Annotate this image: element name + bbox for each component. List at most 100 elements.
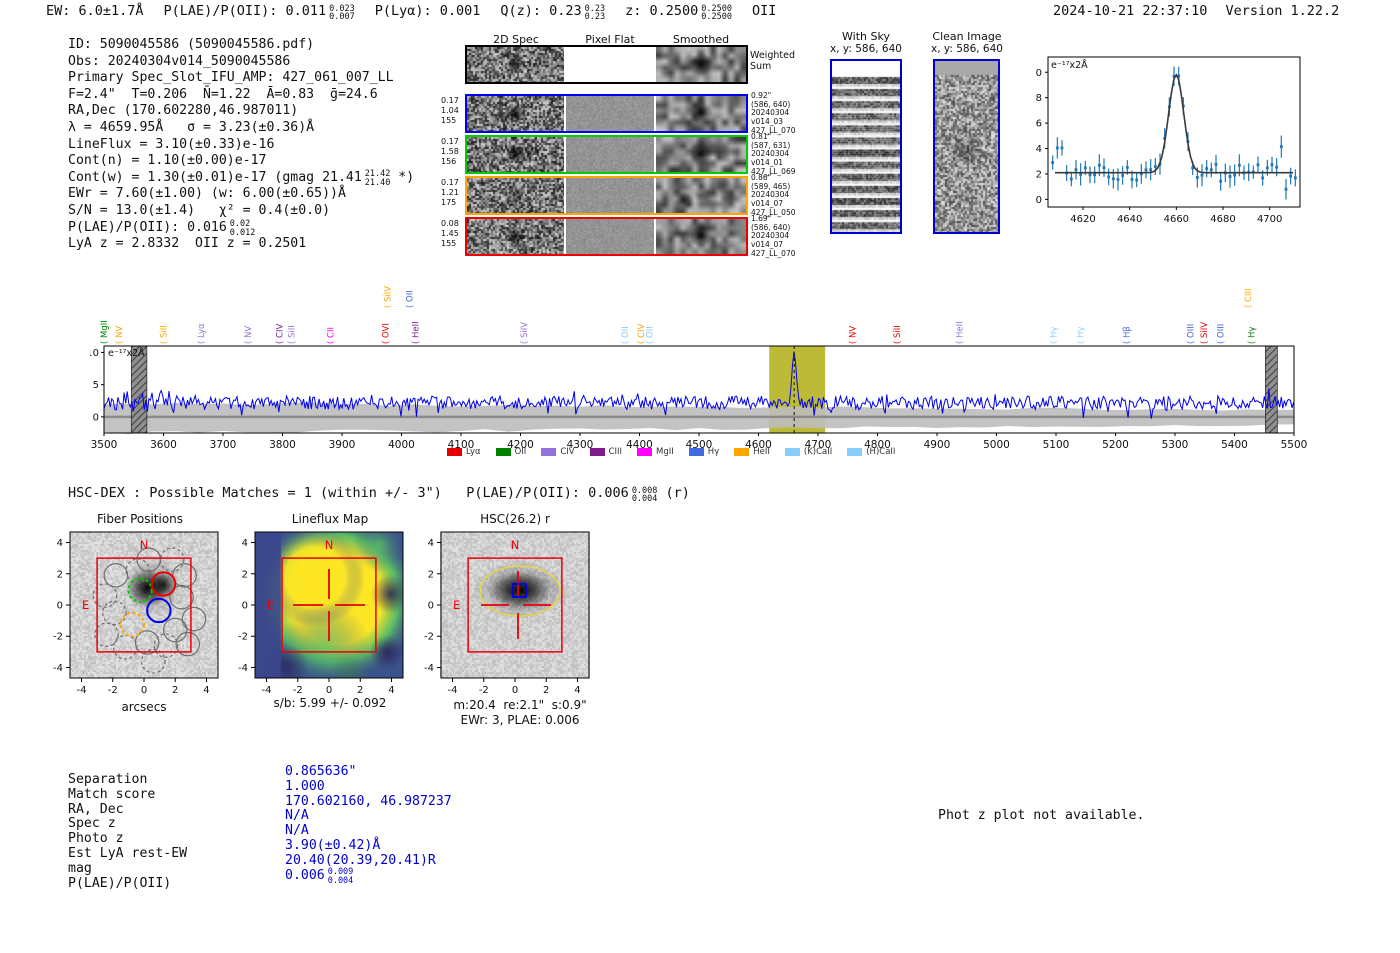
with-sky-title: With Sky x, y: 586, 640 bbox=[826, 31, 906, 56]
legend-item: (H)CaII bbox=[847, 447, 895, 457]
data-point bbox=[1214, 162, 1218, 166]
emission-line-label: ( CIII bbox=[1244, 289, 1254, 308]
legend-swatch bbox=[495, 448, 511, 456]
info-text: RA,Dec (170.602280,46.987011) bbox=[68, 103, 299, 119]
hsc-dex-header: HSC-DEX : Possible Matches = 1 (within +… bbox=[68, 485, 690, 504]
info-post: *) bbox=[390, 169, 415, 185]
selected-fiber-circle bbox=[127, 577, 153, 603]
x-tick-label: 0 bbox=[141, 685, 147, 696]
y-tick-label: 4 bbox=[1036, 144, 1042, 155]
data-point bbox=[1200, 173, 1204, 177]
gaussian-fit-curve bbox=[1055, 73, 1293, 174]
info-line: LineFlux = 3.10(±0.33)e-16 bbox=[68, 137, 414, 154]
fiber-id-labels: 0.92" (586, 640) 20240304 v014_03 427_LL_070 bbox=[751, 91, 811, 136]
legend-label: HeII bbox=[753, 447, 770, 457]
y-tick-label: 2 bbox=[57, 569, 63, 580]
info-line: Obs: 20240304v014_5090045586 bbox=[68, 54, 414, 71]
match-value-text: 3.90(±0.42)Å bbox=[285, 837, 381, 853]
stacked-uncertainty: 0.008 0.004 bbox=[632, 486, 658, 504]
fiber-circle bbox=[181, 606, 207, 632]
match-value-text: 170.602160, 46.987237 bbox=[285, 793, 452, 809]
spectrum-legend: Lyα OII CIV CIII MgII Hγ HeII (K)CaII (H)CaII bbox=[447, 447, 910, 457]
info-text: Primary Spec_Slot_IFU_AMP: 427_061_007_L… bbox=[68, 70, 394, 86]
stacked-uncertainty: 0.2500 0.2500 bbox=[701, 4, 732, 22]
spec2d-cell-image bbox=[656, 47, 746, 82]
emission-line-label: ( NV bbox=[115, 326, 125, 344]
emission-line-label: ( SiIV bbox=[384, 286, 394, 308]
y-tick-label: 0 bbox=[57, 601, 63, 612]
spec2d-cell-image bbox=[467, 47, 564, 82]
spec2d-cell-image bbox=[656, 219, 746, 254]
x-tick-label: 5500 bbox=[1281, 439, 1308, 451]
east-label: E bbox=[267, 598, 274, 612]
emission-line-label: ( SiII bbox=[159, 325, 169, 344]
match-value-text: 20.40(20.39,20.41)R bbox=[285, 852, 436, 868]
x-tick-label: 5300 bbox=[1162, 439, 1189, 451]
y-tick-label: 4 bbox=[242, 538, 248, 549]
summary-text: P(Lyα): 0.001 bbox=[374, 3, 481, 19]
legend-swatch bbox=[784, 448, 800, 456]
x-tick-label: 5200 bbox=[1102, 439, 1129, 451]
emission-line-label: ( OIII bbox=[1217, 324, 1227, 344]
info-line: Cont(w) = 1.30(±0.01)e-17 (gmag 21.41 21.… bbox=[68, 170, 414, 187]
data-point bbox=[1209, 168, 1213, 172]
legend-label: (H)CaII bbox=[866, 447, 896, 457]
data-point bbox=[1149, 168, 1153, 172]
legend-swatch bbox=[734, 448, 750, 456]
legend-item: CIV bbox=[541, 447, 575, 457]
data-point bbox=[1289, 174, 1293, 178]
spec2d-cell-image bbox=[467, 178, 564, 213]
fiber-weight-value: 1.58 bbox=[441, 147, 459, 156]
data-point bbox=[1270, 163, 1274, 167]
match-table-labels: Separation Match score RA, Dec Spec z Photo … bbox=[68, 772, 187, 891]
legend-swatch bbox=[447, 448, 462, 456]
match-field-value: 1.000 bbox=[285, 779, 452, 794]
y-tick-label: -2 bbox=[238, 632, 248, 643]
fiber-weight-value: 155 bbox=[441, 116, 457, 125]
info-line: EWr = 7.60(±1.00) (w: 6.00(±0.65))Å bbox=[68, 186, 414, 203]
clean-image-title: Clean Image x, y: 586, 640 bbox=[926, 31, 1008, 56]
hsc-dex-text: HSC-DEX : Possible Matches = 1 (within +… bbox=[68, 485, 629, 501]
data-point bbox=[1153, 165, 1157, 168]
y-tick-label: 8 bbox=[1036, 93, 1042, 104]
spec2d-cell-image bbox=[566, 178, 654, 213]
with-sky-image-frame bbox=[830, 59, 902, 234]
fiber-weight-value: 1.04 bbox=[441, 106, 459, 115]
emission-line-label: ( Lyα bbox=[197, 323, 207, 344]
summary-segment: EW: 6.0±1.7Å bbox=[46, 3, 144, 19]
fiber-weight-labels: 0.08 1.45 155 bbox=[441, 219, 461, 249]
y-tick-label: -4 bbox=[53, 663, 63, 674]
fiber-2d-row bbox=[465, 94, 748, 133]
x-tick-label: 2 bbox=[543, 685, 549, 696]
clean-image bbox=[935, 61, 998, 232]
legend-swatch bbox=[637, 448, 653, 456]
match-field-value: N/A bbox=[285, 808, 452, 823]
match-table-values: 0.865636" 1.000 170.602160, 46.987237 N/A N/… bbox=[285, 764, 452, 885]
emission-line-label: ( SiIV bbox=[1200, 322, 1210, 344]
stacked-uncertainty: 0.02 0.012 bbox=[230, 220, 256, 237]
legend-label: CIV bbox=[560, 447, 575, 457]
y-tick-label: 2 bbox=[242, 569, 248, 580]
info-text: S/N = 13.0(±1.4) χ² = 0.4(±0.0) bbox=[68, 202, 331, 218]
match-field-label: P(LAE)/P(OII) bbox=[68, 875, 172, 891]
x-tick-label: 4900 bbox=[924, 439, 951, 451]
info-line: ID: 5090045586 (5090045586.pdf) bbox=[68, 37, 414, 54]
data-point bbox=[1265, 166, 1269, 170]
info-text: Cont(n) = 1.10(±0.00)e-17 bbox=[68, 153, 267, 169]
stacked-uncertainty: 0.023 0.007 bbox=[329, 4, 355, 22]
selected-fiber-circle bbox=[146, 597, 172, 624]
fiber-circle bbox=[103, 563, 129, 588]
data-point bbox=[1097, 163, 1101, 167]
legend-label: CIII bbox=[608, 447, 623, 457]
y-tick-label: 2 bbox=[428, 569, 434, 580]
spec2d-cell-image bbox=[566, 137, 654, 172]
data-point bbox=[1107, 175, 1111, 179]
uncertainty-lower: 21.40 bbox=[364, 177, 391, 188]
fiber-2d-row bbox=[465, 217, 748, 256]
fiber-weight-value: 155 bbox=[441, 239, 457, 248]
match-field-label: Spec z bbox=[68, 816, 116, 832]
summary-text: OII bbox=[752, 3, 777, 19]
match-field-value: 0.865636" bbox=[285, 764, 452, 779]
fiber-2d-row bbox=[465, 135, 748, 174]
fiber-id-labels: 0.81" (587, 631) 20240304 v014_01 427_LL_069 bbox=[751, 132, 811, 177]
